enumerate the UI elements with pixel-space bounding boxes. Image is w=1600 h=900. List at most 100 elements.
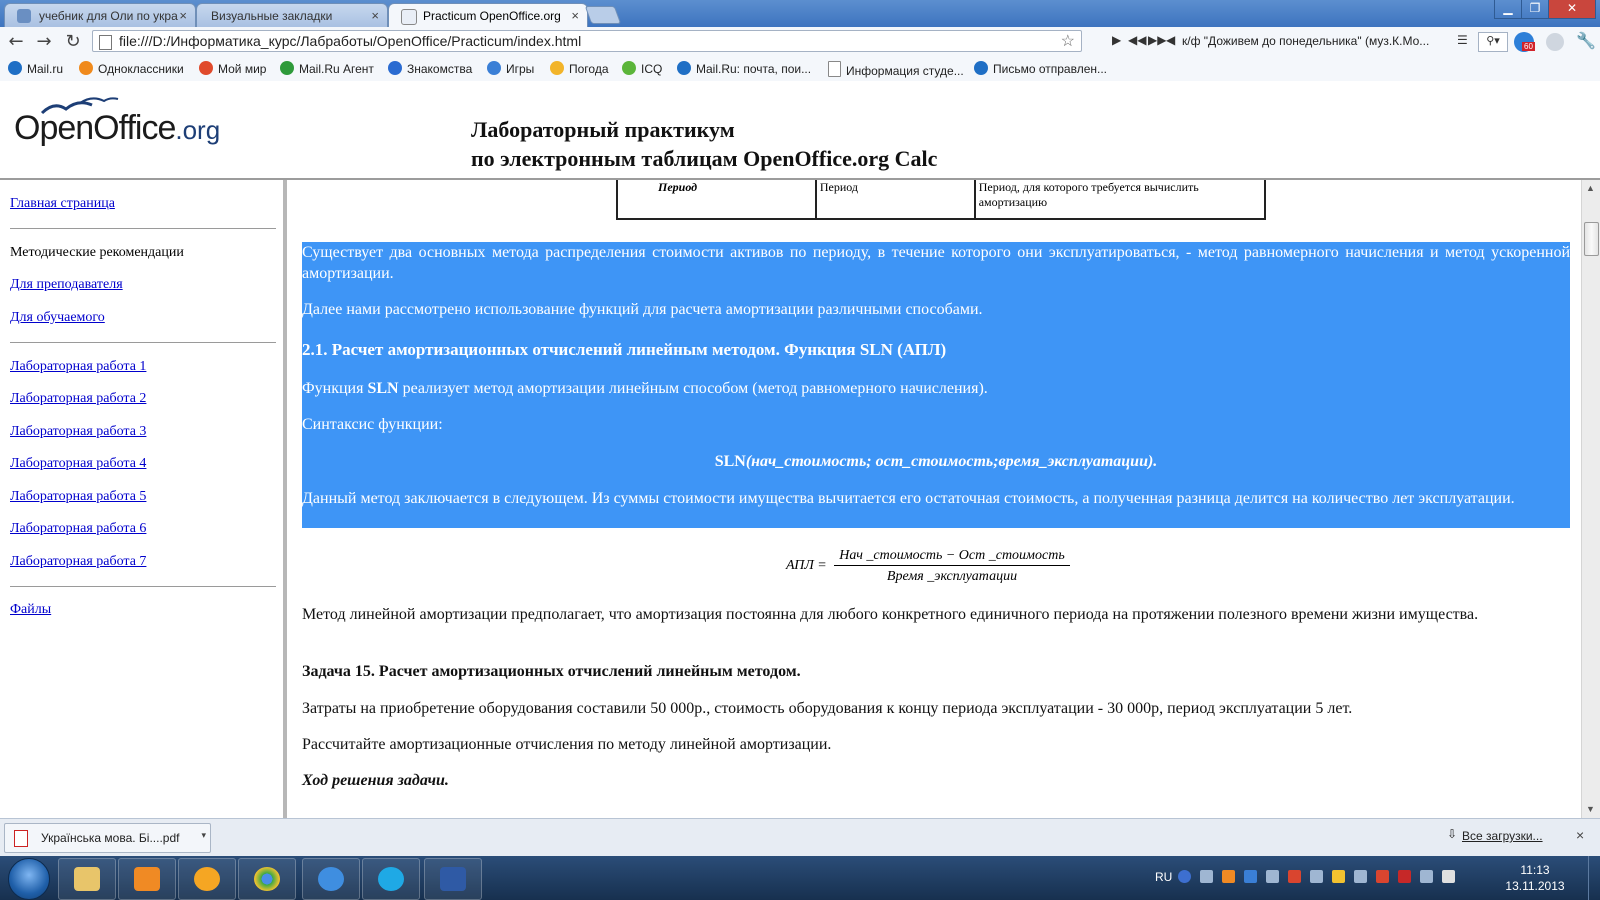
bookmark-mail-agent[interactable]: Mail.Ru Агент — [280, 61, 374, 76]
paragraph: Синтаксис функции: — [302, 414, 1570, 435]
page-icon — [99, 35, 112, 50]
language-indicator[interactable]: RU — [1155, 870, 1172, 884]
taskbar-chrome[interactable] — [238, 858, 296, 900]
sidebar-item-lab-2[interactable]: Лабораторная работа 2 — [10, 391, 146, 407]
system-tray: RU 11:13 13.11.2013 — [1150, 856, 1600, 900]
tray-icon[interactable] — [1398, 870, 1411, 883]
bookmark-moi-mir[interactable]: Мой мир — [199, 61, 266, 76]
download-item[interactable]: Українська мова. Бі....pdf ▾ — [4, 823, 211, 853]
chevron-down-icon[interactable]: ▾ — [201, 830, 206, 841]
bookmark-mail-ru[interactable]: Mail.ru — [8, 61, 63, 76]
vertical-scrollbar[interactable]: ▲ ▼ — [1581, 180, 1600, 818]
page-icon — [828, 61, 841, 77]
bookmark-label: ICQ — [641, 62, 663, 76]
taskbar-explorer[interactable] — [58, 858, 116, 900]
text-span: Функция — [302, 380, 368, 397]
all-downloads-link[interactable]: Все загрузки... — [1462, 829, 1543, 843]
bookmark-weather[interactable]: Погода — [550, 61, 609, 76]
back-arrow-icon[interactable]: ← — [4, 31, 28, 53]
sidebar-item-lab-1[interactable]: Лабораторная работа 1 — [10, 359, 146, 375]
sidebar-item-lab-6[interactable]: Лабораторная работа 6 — [10, 521, 146, 537]
maximize-button[interactable]: ❐ — [1521, 0, 1549, 19]
window-close-button[interactable]: ✕ — [1548, 0, 1596, 19]
taskbar-word[interactable] — [424, 858, 482, 900]
search-icon[interactable]: ⚲▾ — [1478, 32, 1508, 52]
show-desktop-button[interactable] — [1588, 856, 1600, 900]
close-icon[interactable]: × — [371, 8, 379, 23]
rewind-icon[interactable]: ◀◀ — [1128, 33, 1146, 47]
sidebar-item-lab-4[interactable]: Лабораторная работа 4 — [10, 456, 146, 472]
play-icon[interactable]: ▶ — [1112, 33, 1121, 47]
sidebar-item-home[interactable]: Главная страница — [10, 196, 115, 212]
page-header: OpenOffice.org Лабораторный практикум по… — [0, 81, 1600, 180]
tray-icon[interactable] — [1376, 870, 1389, 883]
close-icon[interactable]: × — [1576, 827, 1584, 843]
sun-icon — [550, 61, 564, 75]
taskbar-skype[interactable] — [362, 858, 420, 900]
forward-arrow-icon[interactable]: → — [32, 31, 56, 53]
help-icon[interactable] — [1178, 870, 1191, 883]
solution-heading: Ход решения задачи. — [302, 772, 449, 789]
close-icon[interactable]: × — [179, 8, 187, 23]
sidebar-item-for-student[interactable]: Для обучаемого — [10, 310, 105, 326]
close-icon[interactable]: × — [571, 8, 579, 23]
url-text: file:///D:/Информатика_курс/Лабработы/Op… — [119, 33, 582, 49]
formula: АПЛ = Нач _стоимость − Ост _стоимость Вр… — [786, 548, 1086, 597]
bookmark-dating[interactable]: Знакомства — [388, 61, 472, 76]
scrollbar-thumb[interactable] — [1584, 222, 1599, 256]
media-track-title: к/ф "Доживем до понедельника" (муз.К.Мо.… — [1182, 34, 1430, 48]
tab-visual-bookmarks[interactable]: Визуальные закладки × — [196, 3, 388, 27]
minimize-button[interactable]: ▁ — [1494, 0, 1522, 19]
speaker-icon[interactable]: ◀ — [1166, 33, 1175, 47]
playlist-menu-icon[interactable]: ☰ — [1457, 33, 1468, 47]
sidebar-item-lab-5[interactable]: Лабораторная работа 5 — [10, 489, 146, 505]
at-sign-icon — [388, 61, 402, 75]
bookmark-icq[interactable]: ICQ — [622, 61, 662, 76]
reload-icon[interactable]: ↻ — [61, 31, 85, 53]
speaker-icon[interactable] — [1442, 870, 1455, 883]
taskbar-mail-agent[interactable] — [178, 858, 236, 900]
address-bar[interactable]: file:///D:/Информатика_курс/Лабработы/Op… — [92, 30, 1082, 52]
bluetooth-icon[interactable] — [1244, 870, 1257, 883]
start-button[interactable] — [8, 858, 50, 900]
star-icon[interactable]: ☆ — [1061, 31, 1075, 51]
tray-icon[interactable] — [1420, 870, 1433, 883]
clock[interactable]: 11:13 13.11.2013 — [1505, 862, 1565, 894]
app-tray-icon[interactable] — [1222, 870, 1235, 883]
bookmark-label: Информация студе... — [846, 64, 964, 78]
tray-icon[interactable] — [1354, 870, 1367, 883]
taskbar-internet-explorer[interactable] — [302, 858, 360, 900]
bookmark-games[interactable]: Игры — [487, 61, 534, 76]
fast-forward-icon[interactable]: ▶▶ — [1148, 33, 1166, 47]
wrench-icon[interactable]: 🔧 — [1576, 31, 1596, 50]
logo-suffix-text: .org — [175, 115, 221, 145]
bookmark-mail-sent[interactable]: Письмо отправлен... — [974, 61, 1107, 76]
new-tab-button[interactable] — [584, 6, 622, 24]
word-icon — [440, 867, 466, 891]
folder-icon — [74, 867, 100, 891]
tab-textbook[interactable]: учебник для Оли по укра × — [4, 3, 196, 27]
monitor-icon[interactable] — [1288, 870, 1301, 883]
bookmark-odnoklassniki[interactable]: Одноклассники — [79, 61, 184, 76]
sidebar-item-for-teacher[interactable]: Для преподавателя — [10, 277, 123, 293]
sidebar-item-lab-7[interactable]: Лабораторная работа 7 — [10, 554, 146, 570]
download-filename: Українська мова. Бі....pdf — [41, 831, 180, 845]
status-icon[interactable] — [1546, 33, 1564, 51]
mail-ru-agent-icon[interactable]: 60 — [1514, 32, 1535, 52]
sidebar-item-lab-3[interactable]: Лабораторная работа 3 — [10, 424, 146, 440]
tray-icon[interactable] — [1332, 870, 1345, 883]
tray-icon[interactable] — [1310, 870, 1323, 883]
bookmark-student-info[interactable]: Информация студе... — [828, 61, 964, 78]
network-icon[interactable] — [1200, 870, 1213, 883]
flag-icon[interactable] — [1266, 870, 1279, 883]
bookmark-mail-search[interactable]: Mail.Ru: почта, пои... — [677, 61, 811, 76]
tab-label: Practicum OpenOffice.org — [423, 9, 561, 23]
scroll-down-icon[interactable]: ▼ — [1586, 804, 1595, 814]
tab-practicum[interactable]: Practicum OpenOffice.org × — [388, 3, 588, 27]
taskbar-media-player[interactable] — [118, 858, 176, 900]
scroll-up-icon[interactable]: ▲ — [1586, 183, 1595, 193]
sidebar-item-files[interactable]: Файлы — [10, 602, 51, 618]
browser-tab-strip: учебник для Оли по укра × Визуальные зак… — [0, 0, 1600, 27]
arguments-table: Период Период Период, для которого требу… — [616, 180, 1267, 220]
page-icon — [401, 9, 417, 25]
